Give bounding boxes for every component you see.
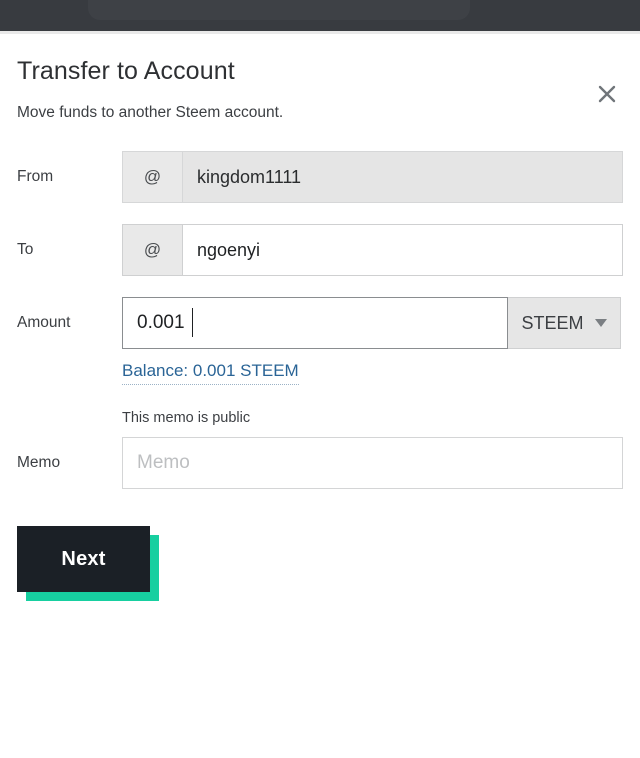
dialog-subtitle: Move funds to another Steem account. [17,103,284,121]
memo-row: Memo [17,435,623,491]
amount-row: Amount STEEM [17,295,623,351]
next-button[interactable]: Next [17,526,150,593]
transfer-dialog: Transfer to Account Move funds to anothe… [0,34,640,593]
to-row: To @ [17,222,623,278]
amount-label: Amount [17,313,71,331]
memo-input[interactable] [122,437,623,490]
to-label: To [17,240,34,258]
to-control: @ [122,224,623,277]
amount-input-wrapper [122,297,508,350]
browser-topbar [0,0,640,31]
page-title: Transfer to Account [17,57,235,85]
chevron-down-icon [594,319,607,328]
balance-spacer [17,360,122,385]
browser-tab[interactable] [88,0,470,20]
at-symbol-icon: @ [122,151,182,204]
transfer-form: From @ To @ Amount STEEM [17,149,623,593]
memo-note-row: This memo is public [17,410,623,427]
from-account-input [182,151,623,204]
memo-public-note: This memo is public [122,410,251,427]
balance-link[interactable]: Balance: 0.001 STEEM [122,360,299,386]
balance-row: Balance: 0.001 STEEM [17,360,623,386]
dialog-actions: Next [17,526,623,593]
amount-input[interactable] [122,297,508,350]
text-cursor [192,308,193,338]
asset-select-value: STEEM [521,312,584,333]
from-control: @ [122,151,623,204]
to-account-input[interactable] [182,224,623,277]
from-row: From @ [17,149,623,205]
asset-select[interactable]: STEEM [508,297,621,350]
amount-control: STEEM [122,297,623,350]
from-label: From [17,167,54,185]
at-symbol-icon: @ [122,224,182,277]
close-icon[interactable] [590,78,624,110]
memo-note-spacer [17,410,122,427]
memo-label: Memo [17,454,61,472]
